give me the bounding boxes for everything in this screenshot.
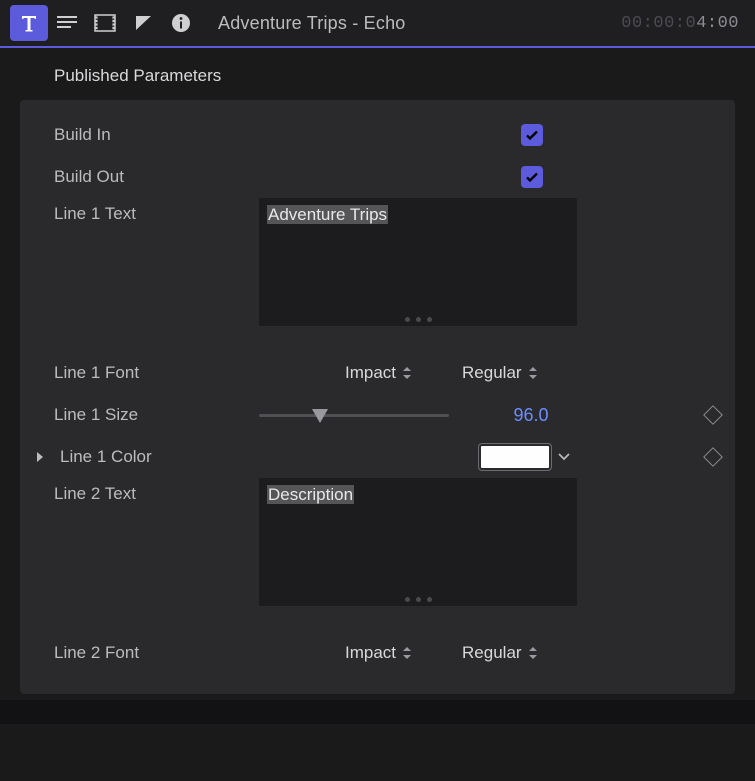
row-build-in: Build In — [54, 114, 719, 156]
input-line1-size[interactable] — [483, 405, 579, 426]
timecode-display: 00:00:04:00 — [621, 14, 745, 33]
row-line1-size: Line 1 Size — [54, 394, 719, 436]
lines-inspector-tab[interactable] — [48, 5, 86, 41]
playhead-inspector-tab[interactable] — [124, 5, 162, 41]
textarea-line2[interactable]: Description — [259, 478, 577, 606]
bottom-bar — [0, 700, 755, 724]
label-line1-size: Line 1 Size — [54, 405, 259, 425]
label-build-out: Build Out — [54, 167, 259, 187]
row-line2-font: Line 2 Font Impact Regular — [54, 632, 719, 674]
checkmark-icon — [524, 127, 540, 143]
timecode-bright: 4:00 — [696, 14, 739, 33]
row-build-out: Build Out — [54, 156, 719, 198]
timecode-dim: 00:00:0 — [621, 14, 696, 33]
text-inspector-tab[interactable] — [10, 5, 48, 41]
parameters-body: Build In Build Out Lin — [20, 100, 735, 694]
filmstrip-icon — [93, 12, 117, 34]
slider-thumb[interactable] — [312, 409, 328, 423]
keyframe-diamond-icon — [703, 447, 723, 467]
select-line2-weight[interactable]: Regular — [462, 643, 538, 663]
disclosure-line1-color[interactable] — [34, 451, 46, 463]
text-icon — [18, 12, 40, 34]
textarea-line1[interactable]: Adventure Trips — [259, 198, 577, 326]
info-icon — [170, 12, 192, 34]
checkbox-build-in[interactable] — [521, 124, 543, 146]
color-swatch-line1[interactable] — [479, 444, 551, 470]
row-line1-color: Line 1 Color — [54, 436, 719, 478]
select-line1-weight[interactable]: Regular — [462, 363, 538, 383]
video-inspector-tab[interactable] — [86, 5, 124, 41]
chevron-right-icon — [35, 451, 45, 463]
label-line1-color: Line 1 Color — [60, 447, 152, 467]
line1-weight-value: Regular — [462, 363, 522, 383]
playhead-icon — [132, 12, 154, 34]
clip-title: Adventure Trips - Echo — [218, 13, 406, 34]
line2-text-value: Description — [267, 485, 354, 504]
line1-text-value: Adventure Trips — [267, 205, 388, 224]
label-line2-text: Line 2 Text — [54, 478, 259, 504]
stepper-icon — [402, 366, 412, 380]
keyframe-diamond-icon — [703, 405, 723, 425]
slider-line1-size[interactable] — [259, 414, 449, 417]
select-line2-font[interactable]: Impact — [345, 643, 412, 663]
label-build-in: Build In — [54, 125, 259, 145]
stepper-icon — [528, 366, 538, 380]
line2-weight-value: Regular — [462, 643, 522, 663]
line2-font-value: Impact — [345, 643, 396, 663]
stepper-icon — [528, 646, 538, 660]
row-line1-font: Line 1 Font Impact Regular — [54, 352, 719, 394]
info-inspector-tab[interactable] — [162, 5, 200, 41]
line1-font-value: Impact — [345, 363, 396, 383]
checkmark-icon — [524, 169, 540, 185]
keyframe-line1-color[interactable] — [701, 450, 725, 464]
resize-grip-icon[interactable] — [259, 317, 577, 327]
stepper-icon — [402, 646, 412, 660]
inspector-tabs — [10, 5, 200, 41]
inspector-panel: Published Parameters Build In Build Out — [0, 48, 755, 694]
select-line1-font[interactable]: Impact — [345, 363, 412, 383]
chevron-down-icon — [557, 452, 571, 462]
label-line2-font: Line 2 Font — [54, 643, 259, 663]
lines-icon — [55, 12, 79, 34]
color-dropdown-line1[interactable] — [557, 452, 571, 462]
keyframe-line1-size[interactable] — [701, 408, 725, 422]
inspector-toolbar: Adventure Trips - Echo 00:00:04:00 — [0, 0, 755, 48]
resize-grip-icon[interactable] — [259, 597, 577, 607]
row-line2-text: Line 2 Text Description — [54, 478, 719, 618]
label-line1-text: Line 1 Text — [54, 198, 259, 224]
section-header: Published Parameters — [0, 66, 755, 100]
checkbox-build-out[interactable] — [521, 166, 543, 188]
row-line1-text: Line 1 Text Adventure Trips — [54, 198, 719, 338]
label-line1-font: Line 1 Font — [54, 363, 259, 383]
